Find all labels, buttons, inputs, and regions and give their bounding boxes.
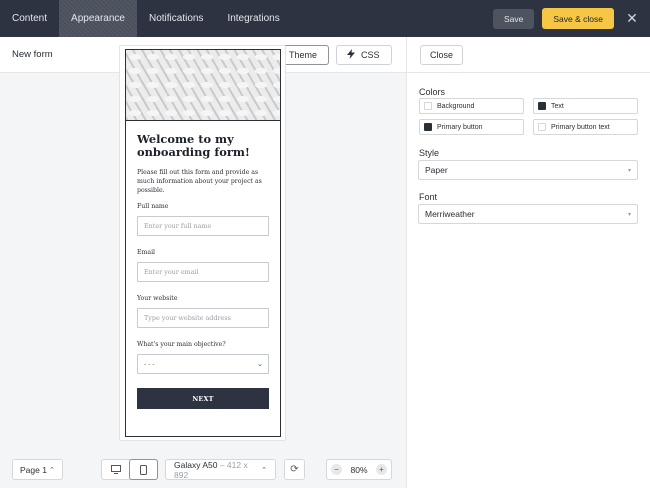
tab-content[interactable]: Content [0,0,59,37]
theme-label: Theme [289,50,318,60]
form-name: New form [12,49,53,60]
close-icon[interactable]: ✕ [624,10,640,27]
style-label: Style [419,148,440,158]
tab-appearance[interactable]: Appearance [59,0,137,37]
settings-header: Close [407,37,650,73]
color-primary-button-text[interactable]: Primary button text [533,119,638,135]
zoom-out-button[interactable]: − [331,464,342,475]
zoom-level: 80% [350,464,368,475]
desktop-icon[interactable] [102,460,130,479]
device-name: Galaxy A50 [174,459,218,470]
page-select[interactable]: Page 1 ⌃ [12,459,63,480]
font-select-value: Merriweather [425,209,475,219]
hero-image [126,50,280,121]
mobile-icon[interactable] [128,459,158,480]
rotate-icon[interactable]: ⟳ [284,459,305,480]
save-and-close-button[interactable]: Save & close [542,8,614,29]
color-background[interactable]: Background [419,98,524,114]
objective-select-value: - - - [144,360,155,368]
text-swatch [538,102,546,110]
top-bar: Content Appearance Notifications Integra… [0,0,650,37]
tab-list: Content Appearance Notifications Integra… [0,0,292,37]
email-input[interactable]: Enter your email [137,262,269,282]
form-title: Welcome to my onboarding form! [137,132,250,159]
tab-integrations[interactable]: Integrations [215,0,291,37]
form-preview: Welcome to my onboarding form! Please fi… [125,49,281,437]
colors-label: Colors [419,87,446,97]
color-primary-button-text-label: Primary button text [551,123,610,131]
bolt-icon [347,49,355,61]
background-swatch [424,102,432,110]
objective-select[interactable]: - - - ⌄ [137,354,269,374]
primary-button-swatch [424,123,432,131]
chevron-down-icon: ⌄ [257,360,263,368]
color-text-label: Text [551,102,564,110]
font-select[interactable]: Merriweather ▾ [418,204,638,224]
save-button[interactable]: Save [493,8,535,29]
top-actions: Save Save & close ✕ [493,0,650,37]
form-body: Welcome to my onboarding form! Please fi… [126,121,280,409]
style-select[interactable]: Paper ▾ [418,160,638,180]
font-label: Font [419,192,438,202]
style-select-value: Paper [425,165,448,175]
chevron-up-icon: ⌃ [49,465,55,474]
chevron-down-icon: ▾ [627,166,631,174]
zoom-in-button[interactable]: + [375,464,387,475]
field-label-full-name: Full name [137,203,169,210]
chevron-down-icon: ▾ [627,210,631,218]
field-label-email: Email [137,249,156,256]
primary-button-text-swatch [538,123,546,131]
settings-panel: Close Colors Background Text Primary but… [406,37,650,488]
preview-toolbar: Page 1 ⌃ Galaxy A50 – 412 x 892 ⌃ ⟳ − 80… [0,451,406,488]
device-select[interactable]: Galaxy A50 – 412 x 892 ⌃ [165,459,276,480]
page-select-value: Page 1 [20,464,47,475]
device-select-value: Galaxy A50 – 412 x 892 [174,460,261,480]
zoom-control: − 80% + [326,459,392,480]
field-label-website: Your website [137,295,178,302]
field-label-objective: What's your main objective? [137,341,226,348]
css-button[interactable]: CSS [336,45,392,65]
color-primary-button[interactable]: Primary button [419,119,524,135]
color-text[interactable]: Text [533,98,638,114]
css-label: CSS [361,50,380,60]
color-primary-button-label: Primary button [437,123,483,131]
color-background-label: Background [437,102,475,110]
chevron-up-icon: ⌃ [261,465,267,474]
website-input[interactable]: Type your website address [137,308,269,328]
full-name-input[interactable]: Enter your full name [137,216,269,236]
form-description: Please fill out this form and provide as… [137,169,262,194]
next-button[interactable]: NEXT [137,388,269,409]
tab-notifications[interactable]: Notifications [137,0,215,37]
device-toggle [101,459,158,480]
close-button[interactable]: Close [420,45,463,65]
